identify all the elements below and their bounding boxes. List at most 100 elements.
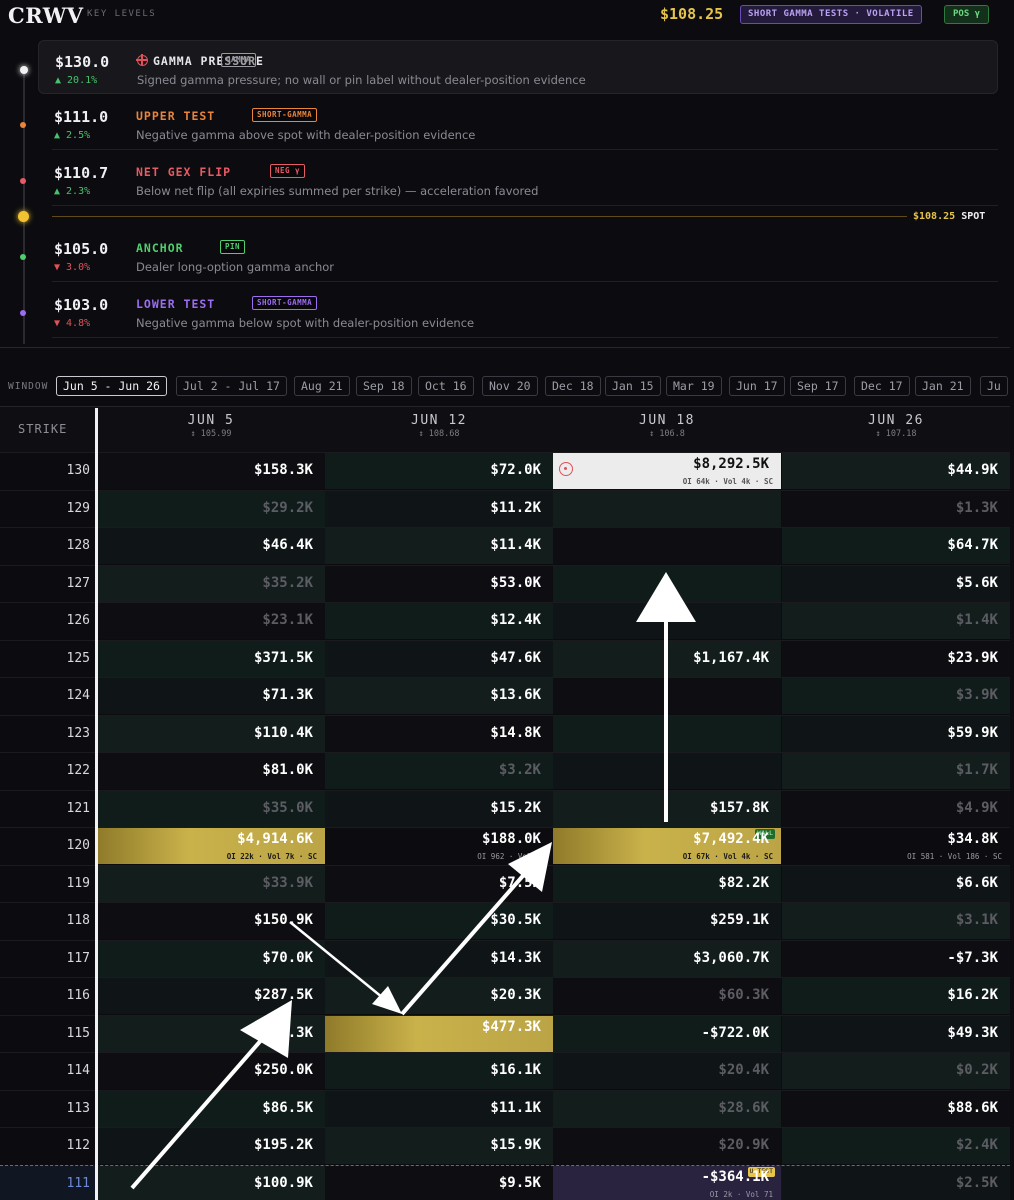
gex-cell[interactable]: $371.5K [97, 640, 325, 677]
window-option[interactable]: Nov 20 [482, 376, 538, 396]
gex-cell[interactable]: $70.0K [97, 940, 325, 977]
gex-cell[interactable]: $47.6K [325, 640, 553, 677]
gex-cell[interactable] [553, 490, 781, 527]
gex-cell[interactable]: $14.8K [325, 715, 553, 752]
gex-cell[interactable]: $35.0K [97, 790, 325, 827]
gex-cell[interactable]: $33.9K [97, 865, 325, 902]
gex-cell[interactable]: $11.2K [325, 490, 553, 527]
gex-cell[interactable] [553, 678, 781, 714]
key-level-row[interactable]: $105.0 ▼ 3.0% ANCHOR PIN Dealer long-option … [38, 228, 998, 282]
gex-cell[interactable]: $20.9K [553, 1128, 781, 1164]
gex-cell[interactable]: $86.5K [97, 1090, 325, 1127]
gex-cell[interactable]: $28.6K [553, 1090, 781, 1127]
gex-cell[interactable]: $4,914.6K OI 22k · Vol 7k · SC [97, 828, 325, 864]
gex-cell[interactable]: $188.0K OI 962 · Vol 2k [325, 828, 553, 864]
window-option[interactable]: Dec 17 [854, 376, 910, 396]
gex-cell[interactable]: $2.5K [782, 1165, 1010, 1200]
key-level-row[interactable]: $130.0 ▲ 20.1% GAMMA PRESSURE GAMMA Signed g… [38, 40, 998, 94]
gex-cell[interactable]: $35.2K [97, 565, 325, 602]
window-option[interactable]: Jun 5 - Jun 26 [56, 376, 167, 396]
gex-cell[interactable]: WALL $7,492.4K OI 67k · Vol 4k · SC [553, 828, 781, 864]
gex-cell[interactable]: $82.2K [553, 865, 781, 902]
gex-cell[interactable]: U-TEST -$364.1K OI 2k · Vol 71 [553, 1165, 781, 1200]
gex-cell[interactable]: $11.1K [325, 1090, 553, 1127]
gex-cell[interactable] [553, 753, 781, 789]
gex-cell[interactable]: $75.3K [97, 1015, 325, 1052]
gex-cell[interactable]: $15.9K [325, 1128, 553, 1164]
gex-cell[interactable]: $23.9K [782, 640, 1010, 677]
window-option[interactable]: Sep 18 [356, 376, 412, 396]
window-option[interactable]: Mar 19 [666, 376, 722, 396]
gex-cell[interactable]: $20.3K [325, 978, 553, 1014]
gex-cell[interactable]: $12.4K [325, 603, 553, 639]
gex-cell[interactable]: $150.9K [97, 903, 325, 939]
gex-cell[interactable]: $34.8K OI 581 · Vol 186 · SC [782, 828, 1010, 864]
gex-cell[interactable]: -$7.3K [782, 940, 1010, 977]
gex-cell[interactable]: $46.4K [97, 528, 325, 564]
gex-cell[interactable]: $16.2K [782, 978, 1010, 1014]
gex-cell[interactable]: $23.1K [97, 603, 325, 639]
window-option[interactable]: Oct 16 [418, 376, 474, 396]
gex-cell[interactable]: $8,292.5K OI 64k · Vol 4k · SC [553, 453, 781, 489]
gex-cell[interactable]: $81.0K [97, 753, 325, 789]
gex-cell[interactable]: $3.9K [782, 678, 1010, 714]
gex-cell[interactable]: $15.2K [325, 790, 553, 827]
window-option[interactable]: Jan 15 [605, 376, 661, 396]
gex-cell[interactable]: $16.1K [325, 1053, 553, 1089]
gex-cell[interactable]: $88.6K [782, 1090, 1010, 1127]
key-level-row[interactable]: $103.0 ▼ 4.8% LOWER TEST SHORT-GAMMA Negativ… [38, 284, 998, 338]
window-option[interactable]: Dec 18 [545, 376, 601, 396]
gex-cell[interactable]: $110.4K [97, 715, 325, 752]
gex-cell[interactable]: $59.9K [782, 715, 1010, 752]
gex-cell[interactable]: $11.4K [325, 528, 553, 564]
gex-cell[interactable]: $259.1K [553, 903, 781, 939]
gex-cell[interactable]: $195.2K [97, 1128, 325, 1164]
window-option[interactable]: Ju [980, 376, 1008, 396]
key-level-row[interactable]: $110.7 ▲ 2.3% NET GEX FLIP NEG γ Below net f… [38, 152, 998, 206]
gex-cell[interactable]: $53.0K [325, 565, 553, 602]
gex-cell[interactable]: $250.0K [97, 1053, 325, 1089]
gex-cell[interactable]: $1,167.4K [553, 640, 781, 677]
gex-cell[interactable]: $13.6K [325, 678, 553, 714]
gex-cell[interactable]: $477.3K [325, 1015, 553, 1052]
gex-cell[interactable]: $287.5K [97, 978, 325, 1014]
gex-cell[interactable] [553, 715, 781, 752]
gex-cell[interactable]: -$722.0K [553, 1015, 781, 1052]
window-option[interactable]: Aug 21 [294, 376, 350, 396]
gex-cell[interactable]: $7.5K [325, 865, 553, 902]
gex-cell[interactable]: $3,060.7K [553, 940, 781, 977]
gex-cell[interactable]: $49.3K [782, 1015, 1010, 1052]
gex-cell[interactable]: $64.7K [782, 528, 1010, 564]
expiry-column-header[interactable]: JUN 5 ↕ 105.99 [97, 413, 325, 439]
gex-cell[interactable]: $4.9K [782, 790, 1010, 827]
expiry-column-header[interactable]: JUN 18 ↕ 106.8 [553, 413, 781, 439]
gex-cell[interactable]: $44.9K [782, 453, 1010, 489]
gex-cell[interactable]: $14.3K [325, 940, 553, 977]
gex-cell[interactable]: $3.2K [325, 753, 553, 789]
gex-cell[interactable]: $158.3K [97, 453, 325, 489]
gex-cell[interactable]: $1.7K [782, 753, 1010, 789]
gex-cell[interactable]: $6.6K [782, 865, 1010, 902]
gex-cell[interactable]: $71.3K [97, 678, 325, 714]
window-option[interactable]: Sep 17 [790, 376, 846, 396]
gex-cell[interactable] [553, 528, 781, 564]
gex-cell[interactable]: $100.9K [97, 1165, 325, 1200]
gex-cell[interactable]: $1.4K [782, 603, 1010, 639]
gex-cell[interactable]: $30.5K [325, 903, 553, 939]
key-level-row[interactable]: $111.0 ▲ 2.5% UPPER TEST SHORT-GAMMA Negativ… [38, 96, 998, 150]
gex-cell[interactable]: $29.2K [97, 490, 325, 527]
regime-badge[interactable]: SHORT GAMMA TESTS · VOLATILE [740, 5, 922, 24]
gex-cell[interactable]: $60.3K [553, 978, 781, 1014]
gex-cell[interactable]: $1.3K [782, 490, 1010, 527]
window-option[interactable]: Jun 17 [729, 376, 785, 396]
gex-cell[interactable]: $5.6K [782, 565, 1010, 602]
expiry-column-header[interactable]: JUN 26 ↕ 107.18 [782, 413, 1010, 439]
gex-cell[interactable] [553, 565, 781, 602]
gex-cell[interactable]: $9.5K [325, 1165, 553, 1200]
gex-cell[interactable]: $0.2K [782, 1053, 1010, 1089]
gex-cell[interactable]: $2.4K [782, 1128, 1010, 1164]
position-badge[interactable]: POS γ [944, 5, 990, 24]
expiry-column-header[interactable]: JUN 12 ↕ 108.68 [325, 413, 553, 439]
gex-cell[interactable] [553, 603, 781, 639]
window-option[interactable]: Jul 2 - Jul 17 [176, 376, 287, 396]
